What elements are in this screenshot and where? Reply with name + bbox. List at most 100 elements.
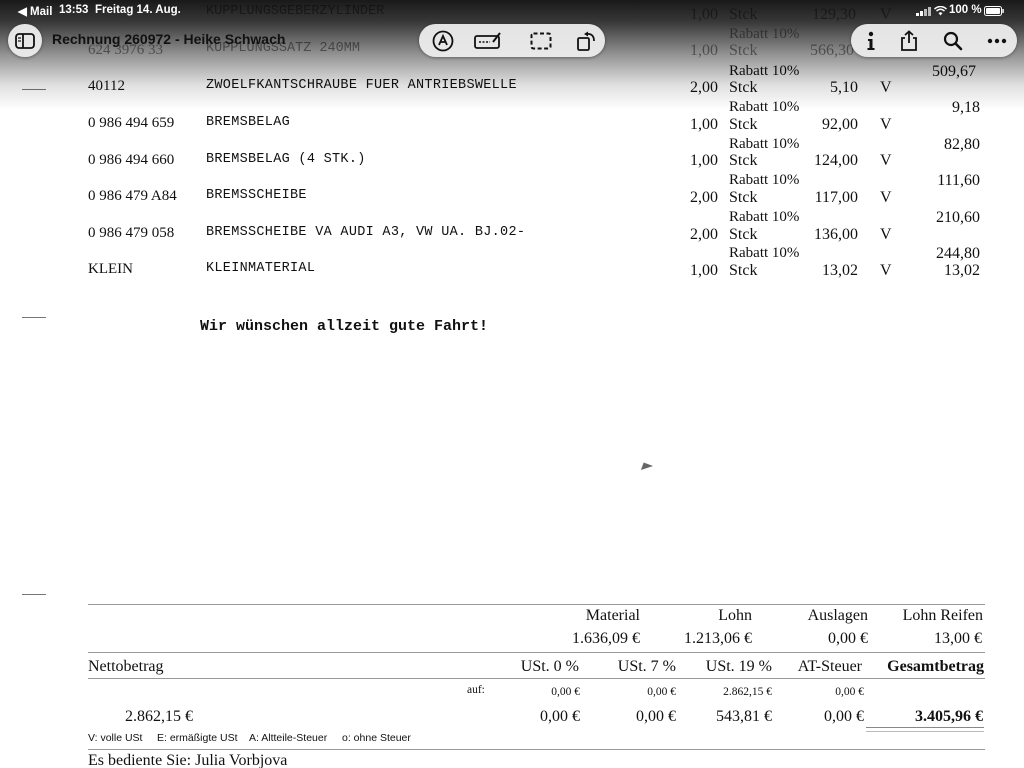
document-title: Rechnung 260972 - Heike Schwach bbox=[52, 31, 286, 47]
item-quantity: 2,00 bbox=[690, 189, 718, 206]
item-description: BREMSSCHEIBE bbox=[206, 188, 307, 203]
tax-value-at: 0,00 € bbox=[824, 708, 864, 725]
signature-icon bbox=[474, 31, 501, 49]
item-number: 0 986 494 660 bbox=[88, 152, 175, 168]
legend-o: o: ohne Steuer bbox=[342, 732, 411, 744]
item-quantity: 1,00 bbox=[690, 152, 718, 169]
line-total: 509,67 bbox=[932, 63, 976, 80]
auf-value-7: 0,00 € bbox=[647, 686, 676, 698]
line-total: 82,80 bbox=[944, 136, 980, 153]
item-unit: Stck bbox=[729, 152, 758, 169]
margin-mark bbox=[22, 89, 46, 90]
summary-bottom-rule bbox=[88, 749, 985, 750]
legend-e: E: ermäßigte USt bbox=[157, 732, 238, 744]
legend-v: V: volle USt bbox=[88, 732, 143, 744]
ghost-row-price: 129,30 bbox=[812, 6, 856, 23]
search-icon bbox=[943, 31, 963, 50]
item-number: 0 986 479 A84 bbox=[88, 188, 177, 204]
tax-header-0: USt. 0 % bbox=[520, 658, 579, 675]
tax-value-0: 0,00 € bbox=[540, 708, 580, 725]
item-description: BREMSBELAG (4 STK.) bbox=[206, 152, 366, 167]
rotate-button[interactable] bbox=[569, 24, 605, 57]
item-unit: Stck bbox=[729, 226, 758, 243]
line-total: 111,60 bbox=[937, 172, 980, 189]
markup-pen-button[interactable] bbox=[425, 24, 461, 57]
cost-value-material: 1.636,09 € bbox=[572, 630, 640, 647]
item-vat-code: V bbox=[880, 262, 892, 279]
cost-header-lohn-reifen: Lohn Reifen bbox=[902, 607, 983, 624]
item-unit: Stck bbox=[729, 79, 758, 96]
action-toolbar bbox=[851, 24, 1017, 57]
more-button[interactable] bbox=[979, 24, 1015, 57]
sidebar-toggle-button[interactable] bbox=[8, 24, 42, 57]
wifi-icon bbox=[934, 5, 947, 19]
search-button[interactable] bbox=[935, 24, 971, 57]
item-price: 136,00 bbox=[814, 226, 858, 243]
status-date: Freitag 14. Aug. bbox=[95, 4, 181, 16]
item-quantity: 1,00 bbox=[690, 116, 718, 133]
auf-value-19: 2.862,15 € bbox=[723, 686, 772, 698]
item-vat-code: V bbox=[880, 152, 892, 169]
rabatt-label: Rabatt 10% bbox=[729, 209, 800, 225]
item-unit: Stck bbox=[729, 116, 758, 133]
cost-value-lohn-reifen: 13,00 € bbox=[934, 630, 982, 647]
item-unit: Stck bbox=[729, 189, 758, 206]
ellipsis-icon bbox=[987, 38, 1007, 43]
battery-percent: 100 % bbox=[949, 4, 982, 16]
tax-header-gesamt: Gesamtbetrag bbox=[887, 658, 984, 675]
tax-value-19: 543,81 € bbox=[716, 708, 772, 725]
rabatt-label: Rabatt 10% bbox=[729, 136, 800, 152]
item-vat-code: V bbox=[880, 116, 892, 133]
markup-toolbar bbox=[419, 24, 605, 57]
sidebar-icon bbox=[8, 24, 42, 57]
item-vat-code: V bbox=[880, 79, 892, 96]
info-button[interactable] bbox=[853, 24, 889, 57]
tax-header-19: USt. 19 % bbox=[705, 658, 772, 675]
battery-icon bbox=[984, 6, 1004, 19]
item-number: KLEIN bbox=[88, 261, 133, 277]
rotate-icon bbox=[577, 31, 595, 51]
ghost-row2-rabatt: Rabatt 10% bbox=[729, 26, 800, 42]
item-price: 117,00 bbox=[814, 189, 858, 206]
tax-header-7: USt. 7 % bbox=[617, 658, 676, 675]
share-button[interactable] bbox=[891, 24, 927, 57]
invoice-document: KUPPLUNGSGEBERZYLINDER 1,00 Stck 129,30 … bbox=[0, 0, 1024, 768]
cost-header-lohn: Lohn bbox=[718, 607, 752, 624]
summary-top-rule bbox=[88, 604, 985, 605]
item-description: BREMSBELAG bbox=[206, 115, 291, 130]
item-price: 5,10 bbox=[830, 79, 858, 96]
rabatt-label: Rabatt 10% bbox=[729, 99, 800, 115]
item-quantity: 2,00 bbox=[690, 226, 718, 243]
cost-header-auslagen: Auslagen bbox=[807, 607, 868, 624]
cost-value-auslagen: 0,00 € bbox=[828, 630, 868, 647]
markup-icon bbox=[432, 30, 454, 51]
legend-a: A: Altteile-Steuer bbox=[249, 732, 328, 744]
signature-button[interactable] bbox=[469, 24, 507, 57]
served-by: Es bediente Sie: Julia Vorbjova bbox=[88, 752, 288, 768]
cost-header-material: Material bbox=[585, 607, 640, 624]
item-description: KLEINMATERIAL bbox=[206, 261, 316, 276]
pointer-cursor-icon bbox=[640, 462, 654, 474]
item-price: 92,00 bbox=[822, 116, 858, 133]
auf-label: auf: bbox=[467, 684, 485, 696]
back-to-mail-link[interactable]: ◀ Mail bbox=[18, 4, 52, 18]
item-quantity: 1,00 bbox=[690, 262, 718, 279]
ghost-row-vat: V bbox=[880, 6, 892, 23]
item-number: 0 986 494 659 bbox=[88, 115, 175, 131]
item-unit: Stck bbox=[729, 262, 758, 279]
ghost-row-unit: Stck bbox=[729, 6, 758, 23]
rabatt-label: Rabatt 10% bbox=[729, 172, 800, 188]
item-price: 13,02 bbox=[822, 262, 858, 279]
ghost-row-desc: KUPPLUNGSGEBERZYLINDER bbox=[206, 4, 385, 19]
netto-value: 2.862,15 € bbox=[125, 708, 193, 725]
item-price: 124,00 bbox=[814, 152, 858, 169]
summary-tax-rule bbox=[88, 678, 985, 679]
select-area-button[interactable] bbox=[523, 24, 559, 57]
item-description: BREMSSCHEIBE VA AUDI A3, VW UA. BJ.02- bbox=[206, 225, 526, 240]
item-vat-code: V bbox=[880, 226, 892, 243]
gesamt-underline-2 bbox=[866, 731, 984, 732]
gesamt-underline bbox=[866, 727, 984, 728]
item-description: ZWOELFKANTSCHRAUBE FUER ANTRIEBSWELLE bbox=[206, 78, 517, 93]
tax-value-7: 0,00 € bbox=[636, 708, 676, 725]
cost-value-lohn: 1.213,06 € bbox=[684, 630, 752, 647]
